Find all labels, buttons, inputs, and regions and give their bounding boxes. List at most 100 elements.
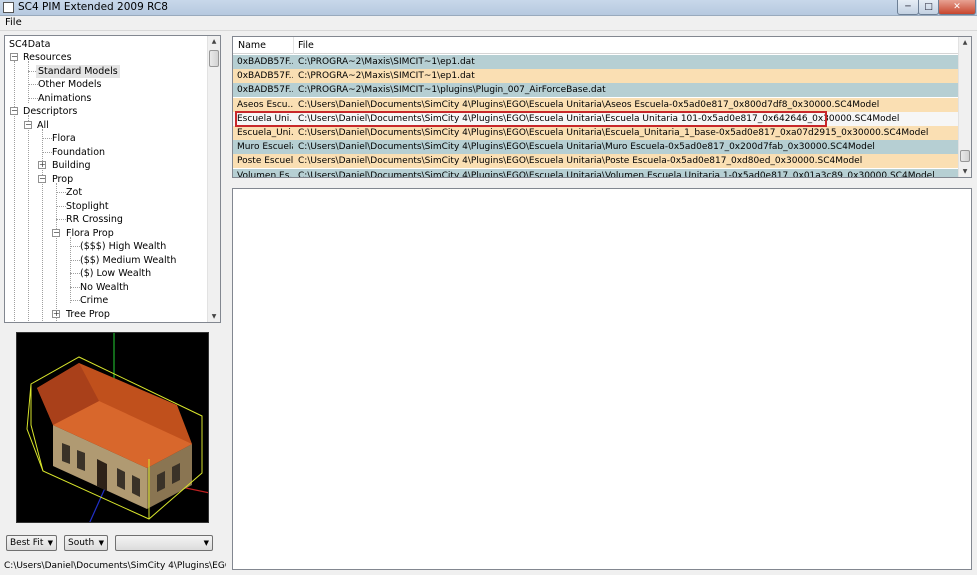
tree-connector xyxy=(28,98,38,99)
chevron-up-icon[interactable]: ▲ xyxy=(208,36,220,47)
table-row[interactable]: Muro Escuela C:\Users\Daniel\Documents\Si… xyxy=(233,140,959,155)
menu-bar: File xyxy=(0,16,977,31)
file-list[interactable]: Name File 0xBADB57F... C:\PROGRA~2\Maxis\… xyxy=(232,36,972,178)
tree-connector xyxy=(70,273,80,274)
row-name-cell: 0xBADB57F... xyxy=(237,71,293,82)
row-file-cell: C:\Users\Daniel\Documents\SimCity 4\Plug… xyxy=(298,128,929,138)
row-file-cell: C:\PROGRA~2\Maxis\SIMCIT~1\ep1.dat xyxy=(298,57,475,67)
maximize-button[interactable]: □ xyxy=(918,0,939,15)
table-row[interactable]: Volumen Es... C:\Users\Daniel\Documents\S… xyxy=(233,168,959,177)
tree-node-standard-models[interactable]: Standard Models xyxy=(36,65,120,78)
app-icon xyxy=(3,2,14,13)
table-row[interactable]: 0xBADB57F... C:\PROGRA~2\Maxis\SIMCIT~1\p… xyxy=(233,83,959,98)
expand-icon[interactable]: + xyxy=(38,161,46,169)
list-scrollbar[interactable]: ▲ ▼ xyxy=(958,37,971,177)
row-file-cell: C:\Users\Daniel\Documents\SimCity 4\Plug… xyxy=(298,156,863,167)
tree-connector xyxy=(14,61,15,322)
column-divider[interactable] xyxy=(293,37,294,54)
table-row[interactable]: Poste Escuela C:\Users\Daniel\Documents\S… xyxy=(233,154,959,169)
chevron-down-icon[interactable]: ▼ xyxy=(208,311,220,322)
tree-node-descriptors[interactable]: Descriptors xyxy=(23,105,77,118)
tree-node-rr-crossing[interactable]: RR Crossing xyxy=(66,213,123,226)
tree-node-foundation[interactable]: Foundation xyxy=(52,146,105,159)
building-render xyxy=(26,333,208,522)
resource-tree[interactable]: − − − + − − + SC4Data Resources Standard… xyxy=(4,35,221,323)
table-row[interactable]: 0xBADB57F... C:\PROGRA~2\Maxis\SIMCIT~1\e… xyxy=(233,55,959,69)
tree-node-building[interactable]: Building xyxy=(52,159,91,172)
tree-connector xyxy=(28,61,29,103)
column-header-name[interactable]: Name xyxy=(238,40,266,51)
collapse-icon[interactable]: − xyxy=(38,175,46,183)
tree-scrollbar[interactable]: ▲ ▼ xyxy=(207,36,220,322)
variant-select[interactable]: ▼ xyxy=(115,535,213,551)
model-preview[interactable] xyxy=(16,332,209,523)
tree-connector xyxy=(70,287,80,288)
tree-node-low-wealth[interactable]: ($) Low Wealth xyxy=(80,267,151,280)
tree-node-stoplight[interactable]: Stoplight xyxy=(66,200,109,213)
collapse-icon[interactable]: − xyxy=(24,121,32,129)
collapse-icon[interactable]: − xyxy=(52,229,60,237)
row-file-cell: C:\Users\Daniel\Documents\SimCity 4\Plug… xyxy=(298,142,875,153)
tree-node-tree-prop[interactable]: Tree Prop xyxy=(66,308,110,321)
tree-node-sc4data[interactable]: SC4Data xyxy=(9,38,50,51)
tree-connector xyxy=(70,246,80,247)
selection-highlight xyxy=(235,111,827,127)
tree-connector xyxy=(42,152,52,153)
row-name-cell: Escuela_Uni... xyxy=(237,128,293,138)
row-name-cell: Aseos Escu... xyxy=(237,99,293,110)
minimize-icon: ─ xyxy=(905,2,911,12)
tree-node-prop[interactable]: Prop xyxy=(52,173,73,186)
close-icon: ✕ xyxy=(953,2,961,12)
tree-node-crime[interactable]: Crime xyxy=(80,294,108,307)
chevron-up-icon[interactable]: ▲ xyxy=(959,37,971,48)
row-file-cell: C:\PROGRA~2\Maxis\SIMCIT~1\ep1.dat xyxy=(298,71,475,82)
chevron-down-icon[interactable]: ▼ xyxy=(959,166,971,177)
chevron-down-icon: ▼ xyxy=(98,539,104,547)
tree-node-medium-wealth[interactable]: ($$) Medium Wealth xyxy=(80,254,176,267)
tree-connector xyxy=(42,138,52,139)
minimize-button[interactable]: ─ xyxy=(897,0,919,15)
expand-icon[interactable]: + xyxy=(52,310,60,318)
chevron-down-icon: ▼ xyxy=(47,539,53,547)
collapse-icon[interactable]: − xyxy=(10,53,18,61)
tree-node-no-wealth[interactable]: No Wealth xyxy=(80,281,129,294)
tree-node-flora[interactable]: Flora xyxy=(52,132,76,145)
zoom-mode-value: Best Fit xyxy=(10,538,44,548)
selected-file-path: C:\Users\Daniel\Documents\SimCity 4\Plug… xyxy=(4,561,226,571)
tree-connector xyxy=(28,84,38,85)
direction-value: South xyxy=(68,538,95,548)
tree-node-all[interactable]: All xyxy=(37,119,49,132)
tree-node-zot[interactable]: Zot xyxy=(66,186,82,199)
table-row[interactable]: 0xBADB57F... C:\PROGRA~2\Maxis\SIMCIT~1\e… xyxy=(233,69,959,84)
chevron-down-icon: ▼ xyxy=(203,539,209,547)
row-file-cell: C:\Users\Daniel\Documents\SimCity 4\Plug… xyxy=(298,99,880,110)
tree-scroll-thumb[interactable] xyxy=(209,50,219,67)
close-button[interactable]: ✕ xyxy=(938,0,976,15)
table-row[interactable]: Escuela_Uni... C:\Users\Daniel\Documents\… xyxy=(233,126,959,140)
tree-connector xyxy=(42,129,43,322)
collapse-icon[interactable]: − xyxy=(10,107,18,115)
table-row[interactable]: Aseos Escu... C:\Users\Daniel\Documents\S… xyxy=(233,97,959,112)
window-title: SC4 PIM Extended 2009 RC8 xyxy=(18,1,168,13)
row-file-cell: C:\PROGRA~2\Maxis\SIMCIT~1\plugins\Plugi… xyxy=(298,85,606,96)
tree-connector xyxy=(56,219,66,220)
row-name-cell: Poste Escuela xyxy=(237,156,293,167)
zoom-mode-select[interactable]: Best Fit ▼ xyxy=(6,535,57,551)
tree-node-animations[interactable]: Animations xyxy=(38,92,91,105)
row-name-cell: 0xBADB57F... xyxy=(237,57,293,67)
tree-node-resources[interactable]: Resources xyxy=(23,51,72,64)
row-name-cell: 0xBADB57F... xyxy=(237,85,293,96)
list-scroll-thumb[interactable] xyxy=(960,150,970,162)
maximize-icon: □ xyxy=(924,2,933,12)
column-header-file[interactable]: File xyxy=(298,40,314,51)
direction-select[interactable]: South ▼ xyxy=(64,535,108,551)
tree-node-flora-prop[interactable]: Flora Prop xyxy=(66,227,114,240)
tree-connector xyxy=(70,300,80,301)
tree-connector xyxy=(28,115,29,322)
tree-node-high-wealth[interactable]: ($$$) High Wealth xyxy=(80,240,166,253)
row-name-cell: Muro Escuela xyxy=(237,142,293,153)
tree-node-other-models[interactable]: Other Models xyxy=(38,78,101,91)
tree-connector xyxy=(70,260,80,261)
list-header: Name File xyxy=(233,37,959,54)
menu-file[interactable]: File xyxy=(5,17,22,28)
